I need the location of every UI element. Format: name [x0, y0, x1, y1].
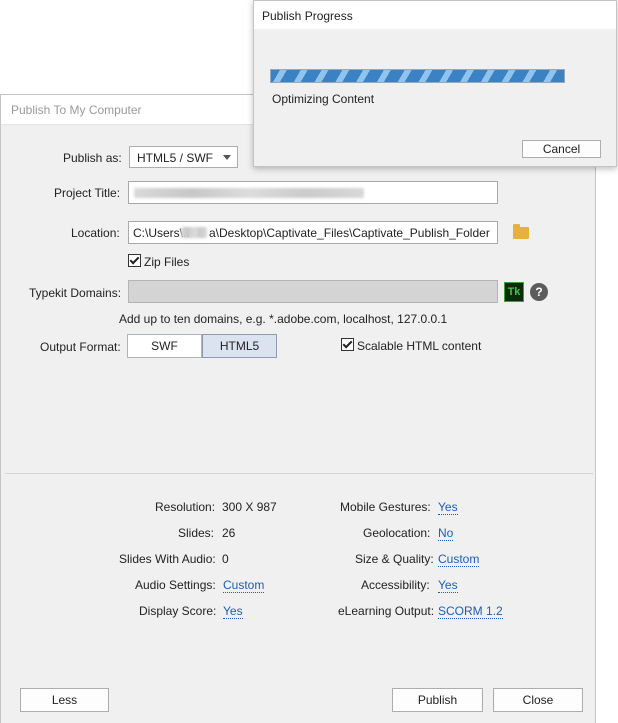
scalable-html-checkbox[interactable]: [341, 338, 354, 351]
typekit-icon[interactable]: Tk: [504, 282, 524, 302]
publish-progress-dialog: Publish Progress Optimizing Content Canc…: [253, 0, 617, 167]
publish-button[interactable]: Publish: [392, 688, 483, 712]
resolution-label: Resolution:: [155, 500, 216, 514]
progress-bar: [270, 69, 565, 83]
slides-with-audio-label: Slides With Audio:: [119, 552, 216, 566]
elearning-output-label: eLearning Output:: [338, 604, 435, 618]
redacted-username-blur: [181, 227, 207, 238]
typekit-label: Typekit Domains:: [29, 286, 122, 300]
progress-status: Optimizing Content: [272, 92, 375, 106]
slides-label: Slides:: [178, 526, 215, 540]
slides-with-audio-value: 0: [222, 552, 229, 566]
location-label: Location:: [71, 226, 120, 240]
help-icon[interactable]: ?: [530, 283, 548, 301]
less-button[interactable]: Less: [20, 688, 109, 712]
size-quality-link[interactable]: Custom: [438, 552, 480, 567]
redacted-title-blur: [134, 188, 364, 198]
display-score-label: Display Score:: [139, 604, 217, 618]
publish-as-dropdown[interactable]: HTML5 / SWF: [129, 146, 238, 168]
accessibility-link[interactable]: Yes: [438, 578, 458, 593]
location-input[interactable]: C:\Users\k a\Desktop\Captivate_Files\Cap…: [128, 221, 498, 244]
progress-bar-fill: [271, 70, 564, 82]
publish-dialog: Publish To My Computer Publish as: HTML5…: [0, 94, 596, 723]
chevron-down-icon: [223, 155, 231, 160]
progress-titlebar: Publish Progress: [254, 1, 616, 29]
close-button[interactable]: Close: [493, 688, 583, 712]
size-quality-label: Size & Quality:: [355, 552, 434, 566]
elearning-output-link[interactable]: SCORM 1.2: [438, 604, 503, 619]
slides-value: 26: [222, 526, 236, 540]
zip-files-label: Zip Files: [144, 255, 190, 269]
folder-icon[interactable]: [513, 224, 529, 239]
output-format-swf-button[interactable]: SWF: [127, 334, 202, 358]
cancel-button[interactable]: Cancel: [522, 140, 601, 158]
display-score-link[interactable]: Yes: [223, 604, 243, 619]
publish-as-value: HTML5 / SWF: [137, 151, 214, 165]
progress-title: Publish Progress: [262, 9, 353, 23]
mobile-gestures-label: Mobile Gestures:: [340, 500, 431, 514]
publish-as-label: Publish as:: [63, 151, 122, 165]
checkmark-icon: [129, 254, 140, 265]
audio-settings-link[interactable]: Custom: [223, 578, 265, 593]
location-value-end: a\Desktop\Captivate_Files\Captivate_Publ…: [209, 226, 490, 240]
typekit-domains-input[interactable]: [128, 280, 498, 303]
typekit-hint: Add up to ten domains, e.g. *.adobe.com,…: [119, 312, 448, 326]
mobile-gestures-link[interactable]: Yes: [438, 500, 458, 515]
section-divider: [5, 473, 593, 474]
accessibility-label: Accessibility:: [361, 578, 430, 592]
resolution-value: 300 X 987: [222, 500, 277, 514]
scalable-html-label: Scalable HTML content: [357, 339, 482, 353]
project-title-input[interactable]: [128, 181, 498, 204]
project-title-label: Project Title:: [54, 186, 121, 200]
zip-files-checkbox[interactable]: [128, 254, 141, 267]
checkmark-icon: [342, 338, 353, 349]
output-format-label: Output Format:: [40, 340, 121, 354]
geolocation-link[interactable]: No: [438, 526, 454, 541]
audio-settings-label: Audio Settings:: [135, 578, 216, 592]
output-format-html5-button[interactable]: HTML5: [202, 334, 277, 358]
geolocation-label: Geolocation:: [363, 526, 431, 540]
dialog-title: Publish To My Computer: [11, 103, 142, 117]
